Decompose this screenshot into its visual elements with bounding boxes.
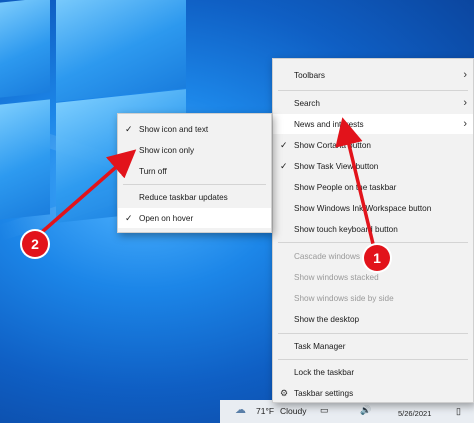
menu-item-search[interactable]: Search › bbox=[273, 93, 473, 113]
menu-separator bbox=[278, 90, 468, 91]
windows-logo-pane bbox=[0, 0, 50, 98]
step-2-badge: 2 bbox=[22, 231, 48, 257]
submenu-item-show-icon-only[interactable]: Show icon only bbox=[118, 140, 271, 160]
menu-item-show-cortana-button[interactable]: ✓ Show Cortana button bbox=[273, 135, 473, 155]
submenu-item-turn-off[interactable]: Turn off bbox=[118, 161, 271, 181]
submenu-item-open-on-hover[interactable]: ✓ Open on hover bbox=[118, 208, 271, 228]
menu-item-show-windows-side-by-side: Show windows side by side bbox=[294, 293, 394, 303]
menu-separator bbox=[123, 184, 266, 185]
volume-icon[interactable]: 🔊 bbox=[360, 405, 371, 416]
taskbar-context-menu: Toolbars › Search › News and interests ›… bbox=[272, 58, 474, 403]
submenu-item-reduce-taskbar-updates[interactable]: Reduce taskbar updates bbox=[118, 187, 271, 207]
menu-separator bbox=[278, 242, 468, 243]
gear-icon: ⚙ bbox=[280, 387, 289, 398]
menu-item-show-windows-ink[interactable]: Show Windows Ink Workspace button bbox=[273, 198, 473, 218]
menu-item-show-people[interactable]: Show People on the taskbar bbox=[273, 177, 473, 197]
cloud-icon: ☁ bbox=[235, 404, 246, 416]
menu-item-show-task-view-button[interactable]: ✓ Show Task View button bbox=[273, 156, 473, 176]
chevron-right-icon: › bbox=[463, 118, 467, 130]
taskbar-date[interactable]: 5/26/2021 bbox=[398, 409, 431, 418]
chevron-right-icon: › bbox=[463, 97, 467, 109]
checkmark-icon: ✓ bbox=[125, 123, 133, 134]
checkmark-icon: ✓ bbox=[280, 160, 288, 171]
notification-icon[interactable]: ▯ bbox=[456, 406, 461, 417]
menu-item-taskbar-settings[interactable]: ⚙ Taskbar settings bbox=[273, 383, 473, 403]
submenu-item-show-icon-and-text[interactable]: ✓ Show icon and text bbox=[118, 119, 271, 139]
weather-temperature[interactable]: 71°F bbox=[256, 406, 274, 416]
menu-item-toolbars[interactable]: Toolbars › bbox=[273, 65, 473, 85]
menu-item-task-manager[interactable]: Task Manager bbox=[273, 336, 473, 356]
chevron-right-icon: › bbox=[463, 69, 467, 81]
menu-item-news-and-interests[interactable]: News and interests › bbox=[273, 114, 473, 134]
step-1-badge: 1 bbox=[364, 245, 390, 271]
menu-item-show-the-desktop[interactable]: Show the desktop bbox=[273, 309, 473, 329]
windows-logo-pane bbox=[56, 0, 186, 102]
menu-separator bbox=[278, 333, 468, 334]
weather-condition[interactable]: Cloudy bbox=[280, 406, 306, 416]
menu-item-lock-the-taskbar[interactable]: Lock the taskbar bbox=[273, 362, 473, 382]
windows-logo-pane bbox=[0, 99, 50, 220]
menu-item-show-touch-keyboard[interactable]: Show touch keyboard button bbox=[273, 219, 473, 239]
network-icon[interactable]: ▭ bbox=[320, 405, 329, 416]
menu-separator bbox=[278, 359, 468, 360]
checkmark-icon: ✓ bbox=[125, 212, 133, 223]
checkmark-icon: ✓ bbox=[280, 139, 288, 150]
taskbar[interactable]: ☁ 71°F Cloudy ▭ 🔊 5/26/2021 ▯ bbox=[220, 400, 474, 423]
news-and-interests-submenu: ✓ Show icon and text Show icon only Turn… bbox=[117, 113, 272, 233]
